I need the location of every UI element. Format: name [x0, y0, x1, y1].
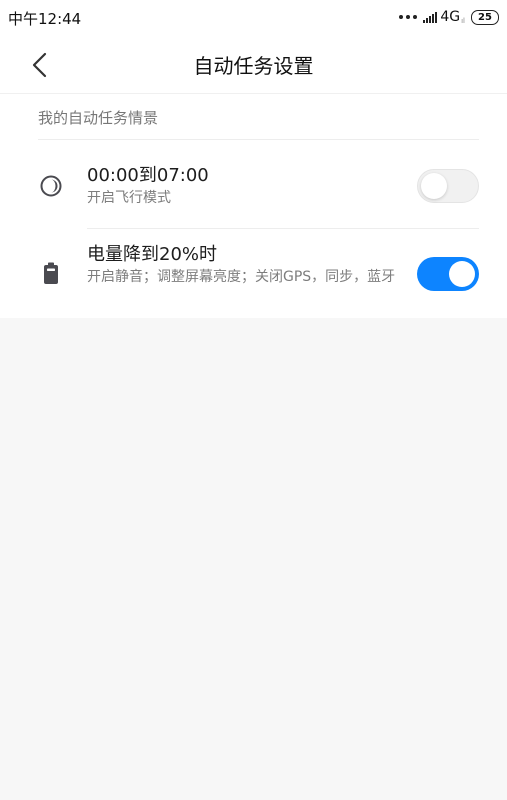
task-title: 00:00到07:00: [87, 165, 209, 186]
task-row-battery[interactable]: 电量降到20%时 开启静音；调整屏幕亮度；关闭GPS，同步，蓝牙: [0, 229, 507, 317]
navigation-header: 自动任务设置: [0, 38, 507, 92]
toggle-knob: [449, 261, 475, 287]
task-toggle-switch[interactable]: [417, 257, 479, 291]
task-toggle-switch[interactable]: [417, 169, 479, 203]
notification-dots-icon: [399, 15, 418, 19]
task-description: 开启飞行模式: [87, 190, 171, 206]
toggle-knob: [421, 173, 447, 199]
task-row-sleep[interactable]: 00:00到07:00 开启飞行模式: [0, 140, 507, 228]
battery-indicator: 25: [471, 9, 499, 25]
network-type: 4G: [440, 9, 461, 25]
section-title: 我的自动任务情景: [38, 109, 159, 127]
task-description: 开启静音；调整屏幕亮度；关闭GPS，同步，蓝牙: [87, 269, 396, 285]
moon-icon: [40, 175, 62, 197]
status-indicators: 4G ıl 25: [399, 8, 499, 26]
network-activity-icon: ıl: [461, 17, 465, 25]
status-time: 中午12:44: [8, 10, 82, 28]
header-divider: [0, 93, 507, 94]
signal-strength-icon: [423, 11, 438, 23]
page-title: 自动任务设置: [193, 54, 314, 78]
status-bar: 中午12:44 4G ıl 25: [0, 0, 507, 34]
task-title: 电量降到20%时: [87, 244, 218, 265]
battery-icon: [44, 262, 58, 284]
